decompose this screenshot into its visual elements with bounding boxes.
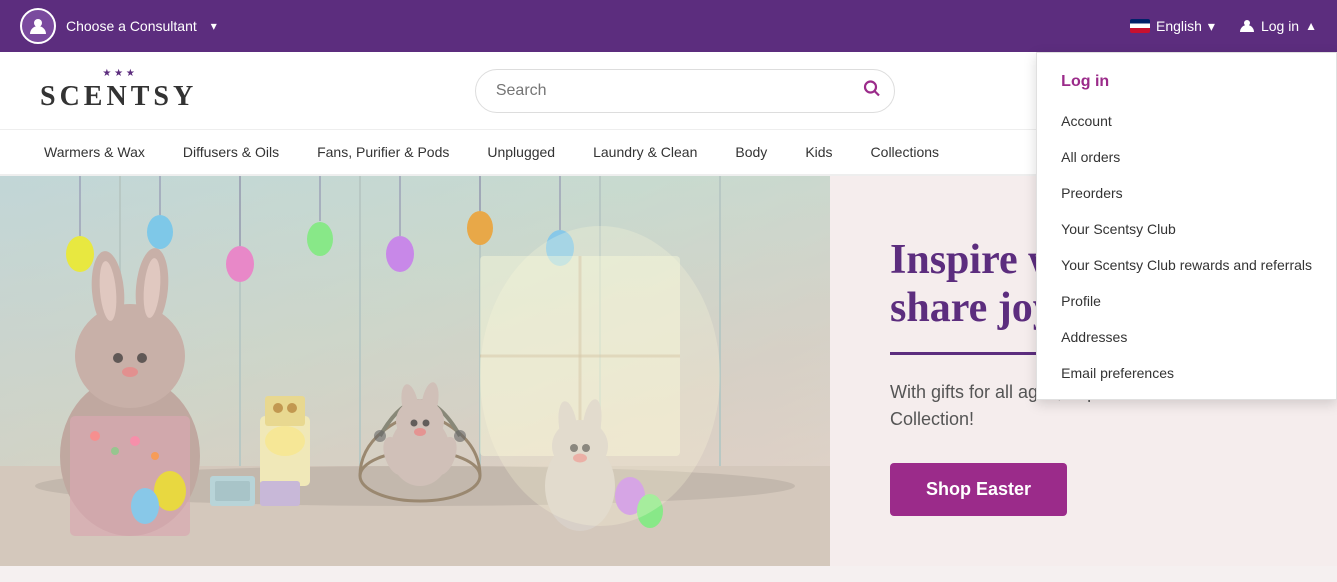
consultant-label: Choose a Consultant [66, 18, 197, 34]
account-dropdown: Log in Account All orders Preorders Your… [1036, 52, 1337, 400]
login-caret-icon: ▲ [1305, 19, 1317, 33]
nav-collections[interactable]: Collections [867, 130, 943, 174]
dropdown-addresses[interactable]: Addresses [1037, 319, 1336, 355]
search-input[interactable] [475, 69, 895, 113]
consultant-selector[interactable]: Choose a Consultant ▾ [20, 8, 217, 44]
dropdown-all-orders[interactable]: All orders [1037, 139, 1336, 175]
chevron-down-icon: ▾ [211, 19, 217, 33]
hero-image [0, 176, 830, 566]
hero-illustration [0, 176, 830, 566]
shop-easter-button[interactable]: Shop Easter [890, 463, 1067, 516]
user-icon [1239, 18, 1255, 34]
dropdown-profile[interactable]: Profile [1037, 283, 1336, 319]
nav-unplugged[interactable]: Unplugged [483, 130, 559, 174]
dropdown-email-prefs[interactable]: Email preferences [1037, 355, 1336, 391]
nav-laundry-clean[interactable]: Laundry & Clean [589, 130, 701, 174]
dropdown-scentsy-club[interactable]: Your Scentsy Club [1037, 211, 1336, 247]
hero-divider [890, 352, 1050, 355]
nav-kids[interactable]: Kids [801, 130, 836, 174]
nav-body[interactable]: Body [731, 130, 771, 174]
lang-chevron-icon: ▾ [1208, 18, 1215, 35]
dropdown-account[interactable]: Account [1037, 103, 1336, 139]
dropdown-rewards-referrals[interactable]: Your Scentsy Club rewards and referrals [1037, 247, 1336, 283]
language-label: English [1156, 18, 1202, 34]
search-icon [863, 79, 881, 97]
nav-fans-purifier[interactable]: Fans, Purifier & Pods [313, 130, 453, 174]
search-bar [475, 69, 895, 113]
top-bar: Choose a Consultant ▾ English ▾ Log in ▲… [0, 0, 1337, 52]
flag-icon [1130, 19, 1150, 33]
login-button[interactable]: Log in ▲ [1239, 18, 1317, 34]
nav-warmers-wax[interactable]: Warmers & Wax [40, 130, 149, 174]
consultant-avatar [20, 8, 56, 44]
logo-stars: ★ ★ ★ [102, 68, 134, 79]
language-selector[interactable]: English ▾ [1130, 18, 1215, 35]
top-right-area: English ▾ Log in ▲ Log in Account All or… [1130, 18, 1317, 35]
nav-diffusers-oils[interactable]: Diffusers & Oils [179, 130, 283, 174]
search-button[interactable] [863, 79, 881, 102]
site-logo: SCENTSY [40, 81, 197, 113]
dropdown-preorders[interactable]: Preorders [1037, 175, 1336, 211]
login-label: Log in [1261, 18, 1299, 34]
logo-area[interactable]: ★ ★ ★ SCENTSY [40, 68, 197, 113]
hero-headline-line2: share joy [890, 285, 1054, 331]
dropdown-login[interactable]: Log in [1037, 61, 1336, 103]
